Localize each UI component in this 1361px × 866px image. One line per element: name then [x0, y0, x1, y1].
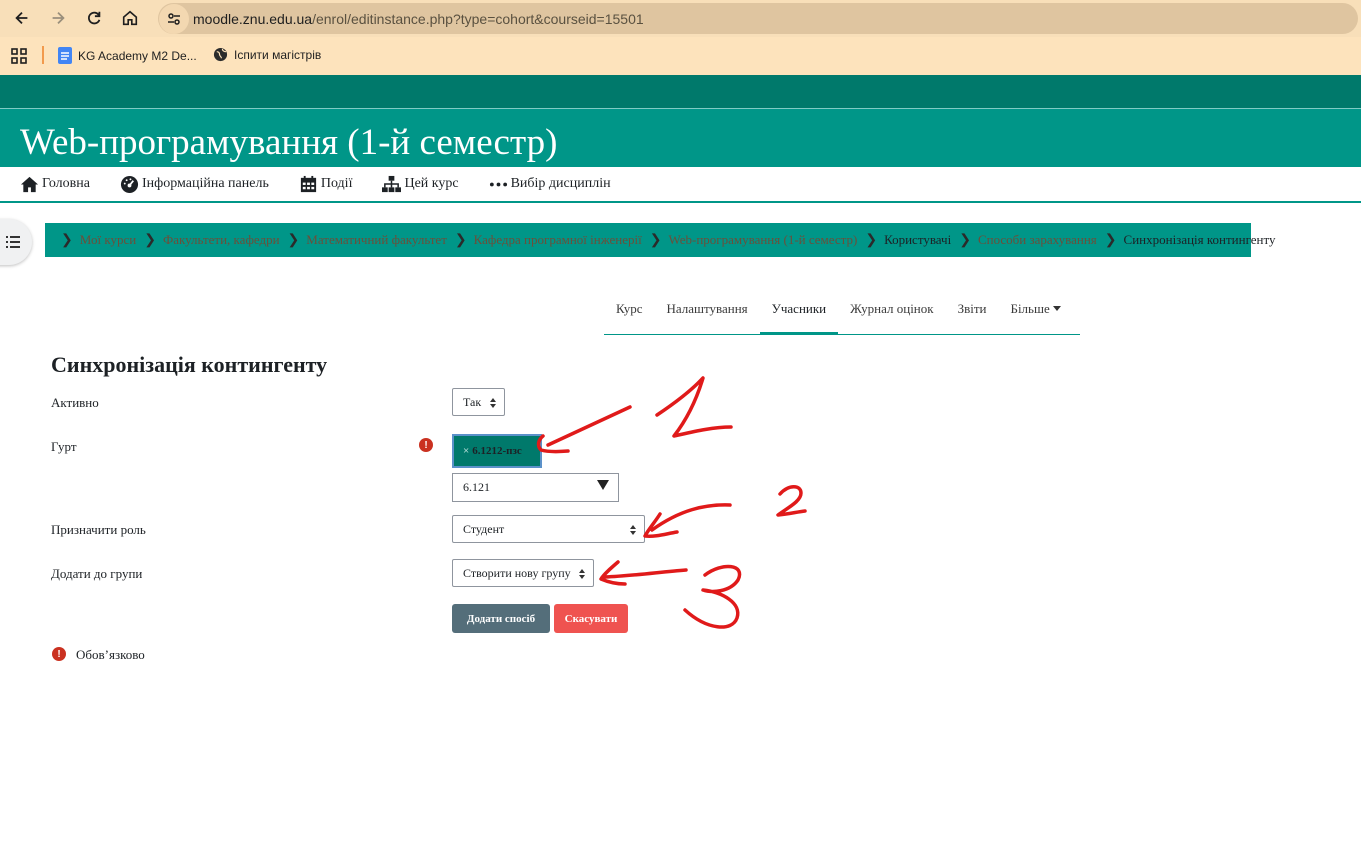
course-header: Web-програмування (1-й семестр) — [0, 108, 1361, 167]
home-icon — [20, 176, 39, 192]
url-path: /enrol/editinstance.php?type=cohort&cour… — [312, 10, 644, 27]
breadcrumb-enrolment-methods[interactable]: Способи зарахування — [978, 232, 1097, 248]
nav-discipline-choice[interactable]: Вибір дисциплін — [489, 175, 611, 194]
google-docs-icon — [58, 47, 72, 64]
breadcrumb-current: Синхронізація контингенту — [1123, 232, 1276, 247]
cohort-search-input[interactable]: 6.121 — [452, 473, 619, 502]
tab-gradebook[interactable]: Журнал оцінок — [838, 290, 945, 334]
course-title: Web-програмування (1-й семестр) — [20, 122, 558, 163]
breadcrumb-users: Користувачі — [884, 232, 952, 247]
breadcrumb-my-courses[interactable]: Мої курси — [80, 232, 136, 248]
annotation-arrow-2 — [643, 503, 732, 538]
nav-events[interactable]: Події — [299, 175, 353, 194]
tab-more[interactable]: Більше — [998, 290, 1072, 334]
updown-arrow-icon — [579, 569, 585, 579]
site-top-band — [0, 75, 1361, 108]
bookmarks-separator — [42, 46, 44, 64]
chevron-right-icon: ❯ — [959, 232, 971, 248]
apps-grid-icon[interactable] — [11, 48, 27, 64]
annotation-arrow-3 — [599, 560, 688, 586]
dashboard-icon — [120, 175, 139, 193]
ellipsis-icon — [489, 182, 507, 186]
breadcrumb-faculties[interactable]: Факультети, кафедри — [163, 232, 280, 248]
nav-label: Інформаційна панель — [141, 176, 269, 191]
back-arrow-icon[interactable] — [9, 5, 35, 31]
status-label: Активно — [51, 395, 99, 410]
list-icon — [6, 236, 20, 248]
chevron-right-icon: ❯ — [144, 232, 156, 248]
nav-label: Головна — [42, 176, 90, 191]
remove-tag-icon[interactable]: × — [463, 445, 469, 457]
tab-settings[interactable]: Налаштування — [654, 290, 759, 334]
required-note: Обов’язково — [76, 647, 145, 662]
chevron-right-icon: ❯ — [1104, 232, 1117, 248]
globe-icon — [213, 47, 228, 62]
site-info-icon[interactable] — [159, 3, 189, 34]
browser-toolbar: moodle.znu.edu.ua/enrol/editinstance.php… — [0, 0, 1361, 37]
annotation-digit-3 — [683, 564, 742, 629]
cohort-selected-tag[interactable]: × 6.1212-пзс — [452, 434, 542, 468]
nav-label: Цей курс — [404, 176, 459, 191]
tab-more-label: Більше — [1010, 301, 1050, 316]
bookmark-exams[interactable]: Іспити магістрів — [213, 47, 321, 62]
cohort-label: Гурт — [51, 439, 77, 454]
add-method-button[interactable]: Додати спосіб — [452, 604, 550, 633]
home-icon[interactable] — [117, 5, 143, 31]
nav-label: Вибір дисциплін — [510, 176, 611, 191]
cohort-tag-label: 6.1212-пзс — [472, 445, 522, 457]
chevron-right-icon: ❯ — [287, 232, 300, 248]
forward-arrow-icon[interactable] — [45, 5, 71, 31]
chevron-right-icon: ❯ — [454, 232, 467, 248]
bookmark-label: KG Academy M2 De... — [78, 48, 197, 63]
breadcrumb-math-faculty[interactable]: Математичний факультет — [306, 232, 447, 248]
annotation-digit-2 — [776, 485, 807, 517]
tab-participants[interactable]: Учасники — [759, 290, 839, 335]
cohort-search-value: 6.121 — [463, 480, 490, 494]
role-label: Призначити роль — [51, 522, 146, 537]
bookmark-kg-academy[interactable]: KG Academy M2 De... — [58, 47, 197, 64]
bookmark-label: Іспити магістрів — [234, 47, 322, 62]
cancel-button[interactable]: Скасувати — [554, 604, 628, 633]
breadcrumb: ❯ Мої курси ❯ Факультети, кафедри ❯ Мате… — [45, 223, 1276, 257]
reload-icon[interactable] — [81, 5, 107, 31]
annotation-digit-1 — [655, 376, 733, 438]
status-select-value: Так — [463, 394, 482, 409]
status-select[interactable]: Так — [452, 388, 505, 416]
calendar-icon — [300, 175, 316, 192]
annotation-arrow-1 — [536, 405, 632, 454]
address-bar[interactable]: moodle.znu.edu.ua/enrol/editinstance.php… — [158, 3, 1358, 34]
breadcrumb-course[interactable]: Web-програмування (1-й семестр) — [669, 232, 858, 248]
role-select[interactable]: Студент — [452, 515, 645, 543]
group-label: Додати до групи — [51, 566, 143, 581]
nav-this-course[interactable]: Цей курс — [382, 175, 459, 194]
updown-arrow-icon — [490, 398, 496, 408]
group-select-value: Створити нову групу — [463, 565, 571, 580]
tab-reports[interactable]: Звіти — [946, 290, 999, 334]
group-select[interactable]: Створити нову групу — [452, 559, 594, 587]
dropdown-arrow-icon[interactable] — [597, 480, 609, 490]
caret-down-icon — [1052, 306, 1061, 311]
page-title: Синхронізація контингенту — [51, 352, 328, 377]
secondary-navigation: Курс Налаштування Учасники Журнал оцінок… — [604, 290, 1080, 335]
tab-course[interactable]: Курс — [604, 290, 654, 334]
required-icon: ! — [419, 438, 433, 452]
required-icon: ! — [52, 647, 66, 661]
url-text: moodle.znu.edu.ua/enrol/editinstance.php… — [193, 11, 644, 27]
role-select-value: Студент — [463, 521, 505, 536]
chevron-right-icon: ❯ — [865, 232, 878, 248]
sitemap-icon — [382, 175, 402, 192]
chevron-right-icon: ❯ — [649, 232, 662, 248]
nav-dashboard[interactable]: Інформаційна панель — [120, 175, 269, 194]
primary-navigation: Головна Інформаційна панель Події Цей ку… — [0, 167, 1361, 203]
url-host: moodle.znu.edu.ua — [193, 10, 313, 27]
breadcrumb-department[interactable]: Кафедра програмної інженерії — [474, 232, 642, 248]
nav-home[interactable]: Головна — [20, 175, 90, 194]
bookmarks-bar: KG Academy M2 De... Іспити магістрів — [0, 37, 1361, 75]
nav-label: Події — [320, 176, 353, 191]
course-index-toggle[interactable] — [0, 219, 32, 265]
chevron-right-icon: ❯ — [61, 232, 73, 248]
updown-arrow-icon — [630, 525, 636, 535]
